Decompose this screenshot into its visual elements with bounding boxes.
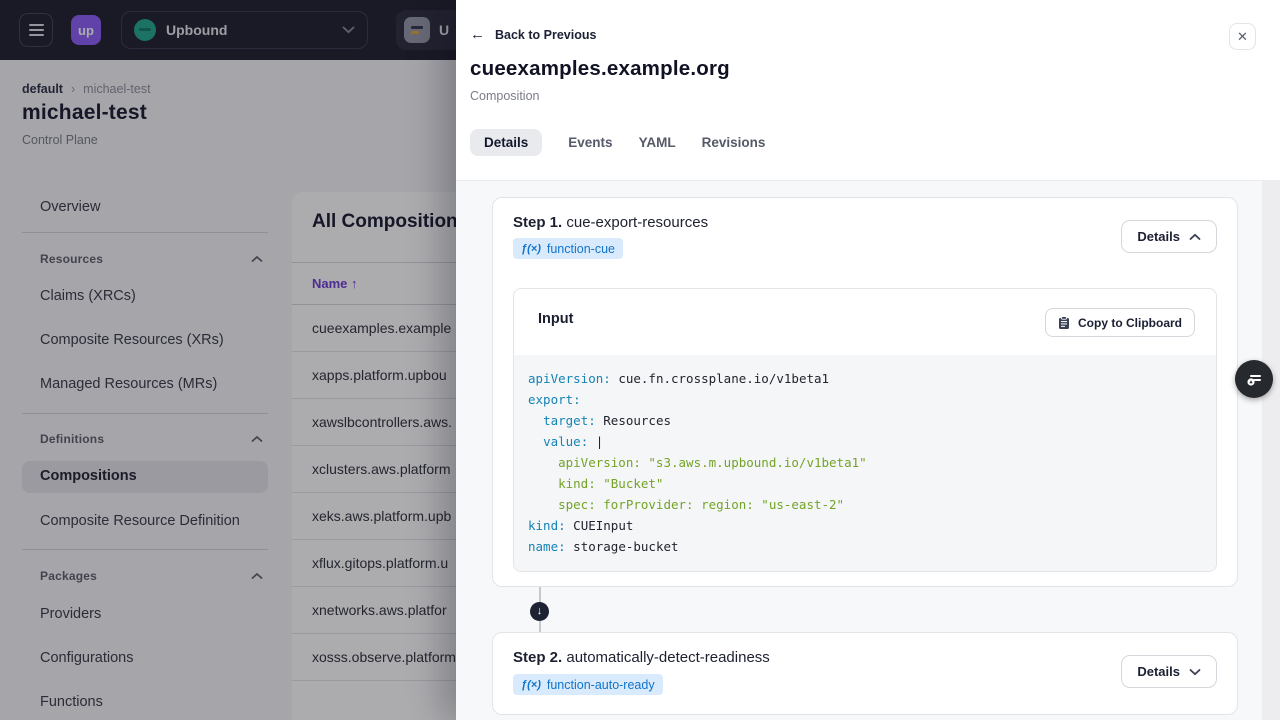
- step-1-title: Step 1. cue-export-resources: [513, 214, 709, 231]
- back-to-previous-link[interactable]: ← Back to Previous: [470, 27, 596, 42]
- panel-subtitle: Composition: [470, 89, 540, 103]
- composition-detail-panel: ← Back to Previous ✕ cueexamples.example…: [456, 0, 1280, 720]
- panel-body: Step 1. cue-export-resources ƒ(×) functi…: [456, 180, 1280, 720]
- step-1-details-button[interactable]: Details: [1121, 220, 1217, 253]
- step-2-title: Step 2. automatically-detect-readiness: [513, 649, 770, 666]
- function-badge: ƒ(×) function-auto-ready: [513, 674, 663, 695]
- chevron-up-icon: [1189, 233, 1201, 240]
- chevron-down-icon: [1189, 668, 1201, 675]
- function-badge-label: function-cue: [546, 241, 615, 256]
- tab-yaml[interactable]: YAML: [639, 129, 676, 156]
- step-2-details-button[interactable]: Details: [1121, 655, 1217, 688]
- copy-to-clipboard-button[interactable]: Copy to Clipboard: [1045, 308, 1195, 337]
- function-icon: ƒ(×): [521, 678, 541, 691]
- clipboard-icon: [1059, 315, 1069, 329]
- input-card: Input Copy to Clipboard apiVersion: cue.…: [513, 288, 1217, 572]
- pipeline-step-2-card: Step 2. automatically-detect-readiness ƒ…: [492, 632, 1238, 715]
- tab-revisions[interactable]: Revisions: [702, 129, 766, 156]
- panel-title: cueexamples.example.org: [470, 57, 730, 80]
- function-badge-label: function-auto-ready: [546, 677, 655, 692]
- pipeline-step-1-card: Step 1. cue-export-resources ƒ(×) functi…: [492, 197, 1238, 587]
- function-badge: ƒ(×) function-cue: [513, 238, 623, 259]
- tab-details[interactable]: Details: [470, 129, 543, 156]
- back-arrow-icon: ←: [470, 26, 485, 43]
- back-link-label: Back to Previous: [495, 27, 597, 42]
- tab-bar: Details Events YAML Revisions: [470, 129, 765, 156]
- input-card-title: Input: [538, 311, 574, 327]
- function-icon: ƒ(×): [521, 242, 541, 255]
- feedback-widget-button[interactable]: [1235, 360, 1273, 398]
- close-icon[interactable]: ✕: [1229, 23, 1256, 50]
- tab-events[interactable]: Events: [568, 129, 612, 156]
- yaml-code-block: apiVersion: cue.fn.crossplane.io/v1beta1…: [514, 355, 1216, 571]
- pipeline-arrow-down-icon: ↓: [530, 602, 549, 621]
- scrollbar[interactable]: [1262, 181, 1280, 720]
- feedback-widget-icon: [1247, 375, 1261, 386]
